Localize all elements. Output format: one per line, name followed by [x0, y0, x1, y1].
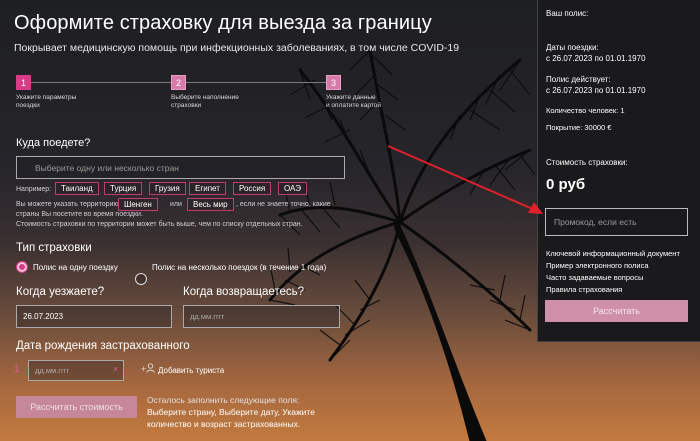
territory-text-1: Вы можете указать территорию: [16, 201, 119, 208]
birth-date-label: Дата рождения застрахованного: [16, 340, 190, 352]
promo-code-input[interactable]: Промокод, если есть: [545, 208, 688, 236]
step-2-indicator[interactable]: 2: [171, 75, 186, 90]
step-3-indicator[interactable]: 3: [326, 75, 341, 90]
link-key-document[interactable]: Ключевой информационный документ: [546, 249, 680, 258]
clear-icon[interactable]: ×: [113, 364, 118, 374]
calculate-button[interactable]: Рассчитать: [545, 300, 688, 322]
chip-egypt[interactable]: Египет: [189, 182, 226, 195]
radio-multi-trip-label[interactable]: Полис на несколько поездок (в течение 1 …: [152, 263, 326, 272]
coverage-amount: Покрытие: 30000 €: [546, 123, 612, 132]
step-connector: [31, 82, 171, 83]
page-subtitle: Покрывает медицинскую помощь при инфекци…: [14, 42, 460, 54]
panel-heading: Ваш полис:: [546, 9, 589, 18]
people-count: Количество человек: 1: [546, 106, 625, 115]
territory-text-3: страны Вы посетите во время поездки.: [16, 211, 143, 218]
chip-turkey[interactable]: Турция: [104, 182, 143, 195]
add-tourist-link[interactable]: Добавить туриста: [158, 366, 224, 375]
step-1-label: Укажите параметры поездки: [16, 94, 77, 109]
trip-dates-value: с 26.07.2023 по 01.01.1970: [546, 54, 646, 63]
step-connector: [186, 82, 326, 83]
radio-single-trip[interactable]: [16, 261, 28, 273]
person-icon: [146, 363, 155, 373]
page-title: Оформите страховку для выезда за границу: [14, 12, 432, 34]
territory-text-2: , если не знаете точно, какие: [236, 201, 331, 208]
add-tourist-icon[interactable]: +: [141, 363, 155, 375]
return-date-label: Когда возвращаетесь?: [183, 286, 305, 298]
chip-georgia[interactable]: Грузия: [149, 182, 186, 195]
territory-note: Стоимость страховки по территории может …: [16, 221, 303, 228]
trip-dates-label: Даты поездки:: [546, 43, 599, 52]
territory-or: или: [170, 201, 182, 208]
cost-value: 0 руб: [546, 176, 586, 193]
chip-russia[interactable]: Россия: [233, 182, 272, 195]
calculate-cost-button[interactable]: Рассчитать стоимость: [16, 396, 137, 418]
missing-fields-hint: Осталось заполнить следующие поля: Выбер…: [147, 395, 315, 429]
policy-valid-value: с 26.07.2023 по 01.01.1970: [546, 86, 646, 95]
destination-label: Куда поедете?: [16, 137, 91, 149]
chip-uae[interactable]: ОАЭ: [278, 182, 307, 195]
examples-prefix: Например:: [16, 186, 52, 193]
return-date-input[interactable]: дд.мм.гггг: [183, 305, 340, 328]
link-sample-policy[interactable]: Пример электронного полиса: [546, 261, 649, 270]
insurance-type-label: Тип страховки: [16, 242, 92, 254]
depart-date-input[interactable]: 26.07.2023: [16, 305, 172, 328]
tourist-index: 1: [14, 364, 20, 375]
cost-label: Стоимость страховки:: [546, 158, 628, 167]
radio-single-trip-label[interactable]: Полис на одну поездку: [33, 263, 118, 272]
chip-whole-world[interactable]: Весь мир: [187, 198, 234, 211]
destination-input[interactable]: Выберите одну или несколько стран: [16, 156, 345, 179]
depart-date-label: Когда уезжаете?: [16, 286, 105, 298]
step-2-label: Выберите наполнение страховки: [171, 94, 239, 109]
radio-multi-trip[interactable]: [135, 273, 147, 285]
link-faq[interactable]: Часто задаваемые вопросы: [546, 273, 643, 282]
step-3-label: Укажите данные и оплатите картой: [326, 94, 381, 109]
chip-thailand[interactable]: Таиланд: [55, 182, 99, 195]
step-1-indicator[interactable]: 1: [16, 75, 31, 90]
policy-summary-panel: Ваш полис: Даты поездки: с 26.07.2023 по…: [537, 0, 700, 342]
policy-valid-label: Полис действует:: [546, 75, 611, 84]
birth-date-input[interactable]: дд.мм.гггг: [28, 360, 124, 381]
link-rules[interactable]: Правила страхования: [546, 285, 622, 294]
